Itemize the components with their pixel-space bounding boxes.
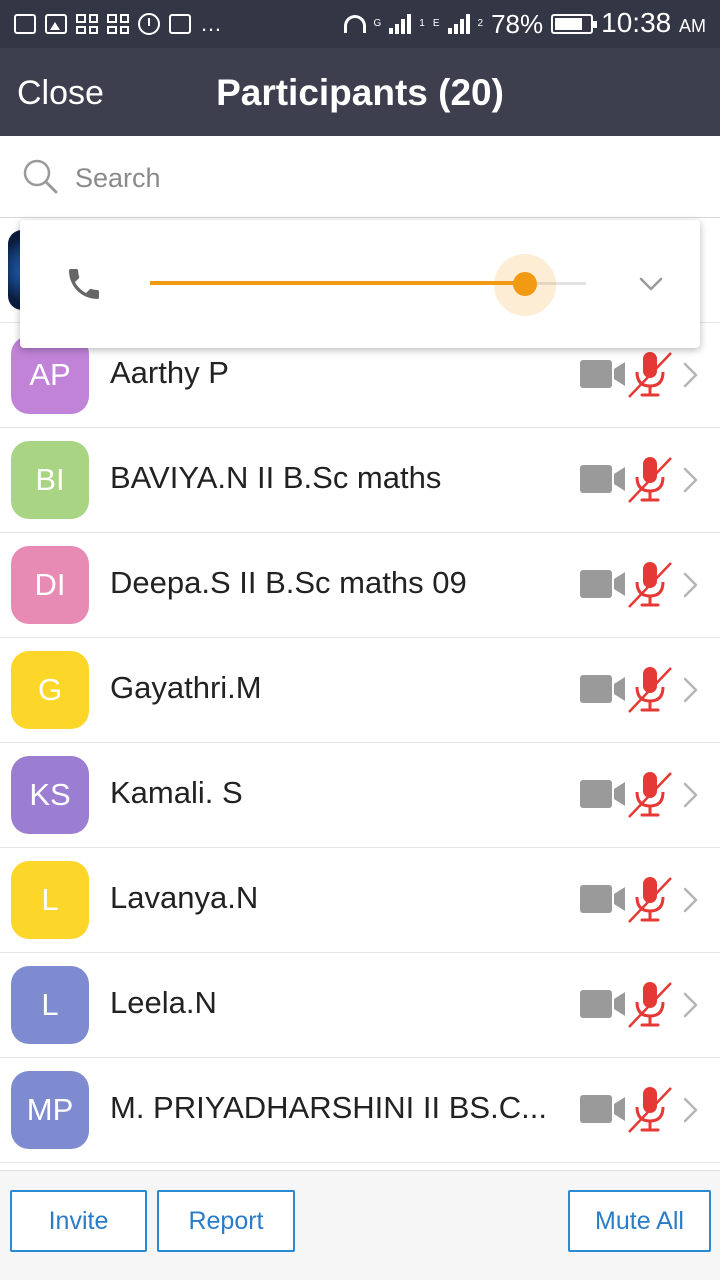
list-item[interactable]: DI Deepa.S II B.Sc maths 09 [0, 533, 720, 638]
mic-muted-icon[interactable] [626, 980, 674, 1030]
search-bar [0, 136, 720, 218]
slider-fill [150, 281, 525, 285]
participant-name: Aarthy P [110, 355, 229, 390]
sim1-index: 1 [419, 18, 425, 29]
mic-muted-icon[interactable] [626, 350, 674, 400]
close-button[interactable]: Close [17, 74, 104, 112]
mic-muted-icon[interactable] [626, 665, 674, 715]
chevron-right-icon[interactable] [682, 990, 700, 1020]
mute-all-button[interactable]: Mute All [568, 1190, 711, 1252]
signal-icon [447, 14, 470, 34]
chevron-down-icon[interactable] [638, 274, 664, 294]
notification-icons: … [14, 10, 223, 38]
battery-icon [551, 14, 598, 34]
participant-name: BAVIYA.N II B.Sc maths [110, 460, 442, 495]
status-bar: … G 1 E 2 78% 10:38 AM [0, 0, 720, 48]
chevron-right-icon[interactable] [682, 360, 700, 390]
video-off-icon [580, 675, 625, 703]
chevron-right-icon[interactable] [682, 465, 700, 495]
list-item[interactable]: BI BAVIYA.N II B.Sc maths [0, 428, 720, 533]
participant-name: M. PRIYADHARSHINI II BS.C... [110, 1090, 547, 1125]
avatar: DI [11, 546, 89, 624]
search-icon [23, 159, 58, 194]
sim2-index: 2 [477, 18, 484, 29]
avatar: L [11, 966, 89, 1044]
avatar: KS [11, 756, 89, 834]
list-item[interactable]: L Leela.N [0, 953, 720, 1058]
participant-name: Kamali. S [110, 775, 243, 810]
battery-level [555, 18, 582, 30]
page-title: Participants (20) [216, 72, 504, 113]
calendar-icon [169, 14, 191, 34]
audio-volume-popup [20, 220, 700, 348]
participant-name: Deepa.S II B.Sc maths 09 [110, 565, 467, 600]
avatar: MP [11, 1071, 89, 1149]
sim2-network-type: E [432, 18, 440, 29]
video-off-icon [580, 570, 625, 598]
clock-time: 10:38 AM [601, 6, 706, 38]
invite-button[interactable]: Invite [10, 1190, 147, 1252]
list-item[interactable]: MP M. PRIYADHARSHINI II BS.C... [0, 1058, 720, 1163]
participant-name: Gayathri.M [110, 670, 262, 705]
participant-name: Lavanya.N [110, 880, 259, 915]
participant-name: Leela.N [110, 985, 217, 1020]
alarm-icon [138, 13, 160, 35]
header: Participants (20) Close [0, 48, 720, 136]
search-input[interactable] [75, 158, 675, 198]
video-off-icon [580, 885, 625, 913]
system-icons: G 1 E 2 78% 10:38 AM [343, 6, 706, 40]
chevron-right-icon[interactable] [682, 570, 700, 600]
list-item[interactable]: G Gayathri.M [0, 638, 720, 743]
list-item[interactable]: L Lavanya.N [0, 848, 720, 953]
app-grid-icon [76, 14, 98, 34]
chevron-right-icon[interactable] [682, 1095, 700, 1125]
avatar: L [11, 861, 89, 939]
video-off-icon [580, 990, 625, 1018]
sim1-network-type: G [373, 18, 382, 29]
bottom-bar: Invite Report Mute All [0, 1170, 720, 1280]
app-grid-icon [107, 14, 129, 34]
headset-icon [343, 15, 366, 33]
mic-muted-icon[interactable] [626, 560, 674, 610]
video-off-icon [580, 1095, 625, 1123]
list-item[interactable]: KS Kamali. S [0, 743, 720, 848]
report-button[interactable]: Report [157, 1190, 295, 1252]
phone-icon [69, 269, 99, 299]
chevron-right-icon[interactable] [682, 780, 700, 810]
avatar: G [11, 651, 89, 729]
mic-muted-icon[interactable] [626, 1085, 674, 1135]
mic-muted-icon[interactable] [626, 770, 674, 820]
mic-muted-icon[interactable] [626, 455, 674, 505]
volume-slider[interactable] [150, 254, 586, 316]
signal-icon [389, 14, 412, 34]
avatar: BI [11, 441, 89, 519]
battery-percent: 78% [491, 9, 544, 39]
chevron-right-icon[interactable] [682, 885, 700, 915]
video-off-icon [580, 465, 625, 493]
video-off-icon [580, 360, 625, 388]
video-off-icon [580, 780, 625, 808]
more-notifications-icon: … [200, 11, 223, 36]
chevron-right-icon[interactable] [682, 675, 700, 705]
mic-muted-icon[interactable] [626, 875, 674, 925]
slider-thumb[interactable] [512, 272, 537, 296]
gmail-icon [14, 14, 36, 34]
participant-list[interactable]: AP Aarthy P BI BAVIYA.N II B.Sc maths DI Deep… [0, 218, 720, 1170]
gallery-icon [45, 14, 67, 34]
